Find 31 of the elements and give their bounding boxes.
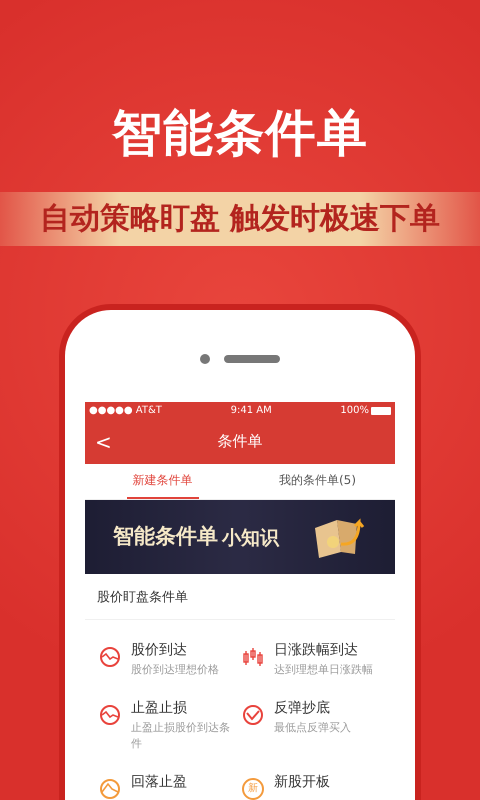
item-title: 反弹抄底 [274,699,331,718]
tab[interactable]: 我的条件单(5) [273,464,362,498]
section-title: 股价盯盘条件单 [85,574,395,620]
battery-level: 100% [340,404,369,418]
slogan-banner: 自动策略盯盘 触发时极速下单 [0,192,480,246]
item-title: 回落止盈 [131,773,187,792]
item-title: 股价到达 [131,641,188,660]
condition-item[interactable]: 止盈止损 止盈止损股价到达条件 [97,698,240,752]
condition-item[interactable]: 日涨跌幅到达 达到理想单日涨跌幅 [240,640,383,678]
carrier-signal: ●●●●● AT&T [89,404,162,418]
headline: 智能条件单 [112,108,368,158]
condition-item[interactable]: 新 新股开板 [240,772,383,800]
condition-item[interactable]: 回落止盈 [97,772,240,800]
new-badge-icon: 新 [242,778,264,800]
speaker-slot [224,354,280,362]
condition-item[interactable]: 反弹抄底 最低点反弹买入 [240,698,383,752]
knowledge-banner[interactable]: 智能条件单 小知识 [85,500,395,574]
item-subtitle: 止盈止损股价到达条件 [131,720,231,752]
item-subtitle: 最低点反弹买入 [274,720,351,736]
status-time: 9:41 AM [230,404,272,418]
battery-icon [371,406,391,414]
back-button[interactable]: < [95,432,112,452]
item-title: 止盈止损 [131,699,188,718]
item-title: 日涨跌幅到达 [274,641,359,660]
condition-item[interactable]: 股价到达 股价到达理想价格 [97,640,240,678]
banner-suffix: 小知识 [222,526,279,551]
item-subtitle: 达到理想单日涨跌幅 [274,662,373,678]
item-subtitle: 股价到达理想价格 [131,662,219,678]
page-title: 条件单 [218,431,262,452]
item-title: 新股开板 [274,773,330,792]
banner-title: 智能条件单 [113,522,218,550]
